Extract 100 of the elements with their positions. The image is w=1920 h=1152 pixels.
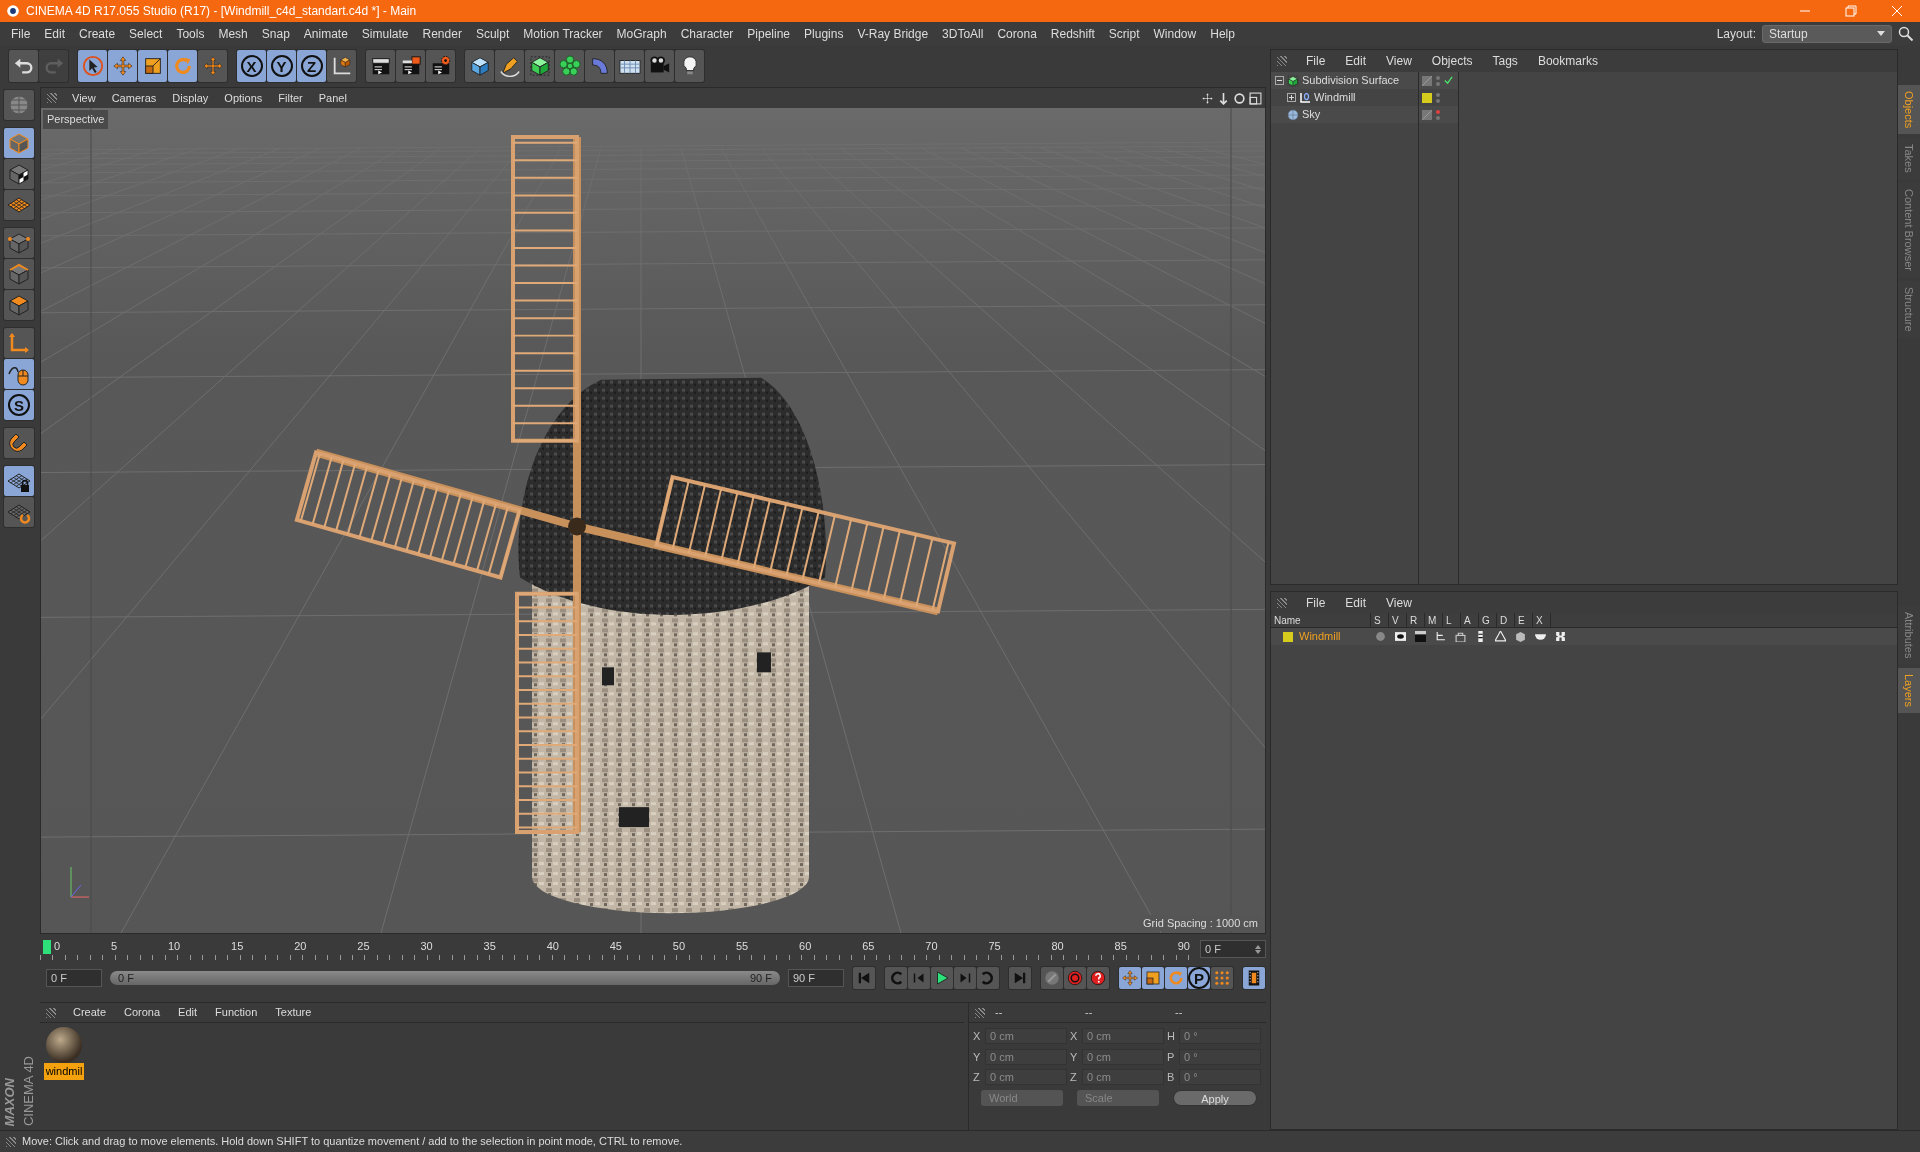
- menu-item[interactable]: Display: [165, 89, 216, 107]
- tool-button[interactable]: [4, 497, 34, 527]
- visibility-dots[interactable]: [1436, 75, 1440, 86]
- tool-button[interactable]: [645, 50, 674, 82]
- deformer-icon[interactable]: [1515, 631, 1526, 642]
- menu-item[interactable]: Script: [1101, 24, 1147, 43]
- menu-item[interactable]: Animate: [296, 24, 355, 43]
- menu-item[interactable]: Panel: [311, 89, 354, 107]
- panel-grip-icon[interactable]: [1277, 56, 1287, 66]
- tool-button[interactable]: [396, 50, 425, 82]
- tool-button[interactable]: [366, 50, 395, 82]
- panel-grip-icon[interactable]: [1277, 598, 1287, 608]
- expand-toggle[interactable]: [1275, 76, 1284, 85]
- menu-item[interactable]: Simulate: [354, 24, 416, 43]
- tool-button[interactable]: [4, 466, 34, 496]
- tool-button[interactable]: [4, 290, 34, 320]
- tool-button[interactable]: [426, 50, 455, 82]
- tool-button[interactable]: [495, 50, 524, 82]
- menu-item[interactable]: View: [1379, 594, 1419, 612]
- side-tab[interactable]: Layers: [1898, 668, 1920, 714]
- menu-item[interactable]: Edit: [171, 1004, 205, 1021]
- pyramid-icon[interactable]: [1495, 631, 1506, 642]
- menu-item[interactable]: Edit: [1338, 52, 1374, 70]
- tool-button[interactable]: [931, 967, 953, 989]
- hierarchy-icon[interactable]: [1435, 631, 1446, 642]
- tool-button[interactable]: Z: [297, 50, 326, 82]
- end-frame-field[interactable]: 90 F: [788, 969, 844, 987]
- menu-item[interactable]: Sculpt: [468, 24, 517, 43]
- search-icon[interactable]: [1898, 25, 1914, 42]
- apply-button[interactable]: Apply: [1173, 1089, 1257, 1106]
- tool-button[interactable]: [138, 50, 167, 82]
- object-name[interactable]: Windmill: [1314, 89, 1356, 106]
- tool-button[interactable]: [1243, 967, 1265, 989]
- expression-icon[interactable]: [1555, 631, 1566, 642]
- menu-item[interactable]: V-Ray Bridge: [850, 24, 936, 43]
- range-slider[interactable]: 0 F 90 F: [110, 971, 780, 985]
- menu-item[interactable]: Pipeline: [740, 24, 798, 43]
- menu-item[interactable]: File: [1299, 594, 1333, 612]
- bowl-icon[interactable]: [1535, 631, 1546, 642]
- tool-button[interactable]: [78, 50, 107, 82]
- menu-item[interactable]: Select: [122, 24, 170, 43]
- visibility-dots[interactable]: [1436, 109, 1440, 120]
- tool-button[interactable]: [1087, 967, 1109, 989]
- tool-button[interactable]: [525, 50, 554, 82]
- menu-item[interactable]: Edit: [37, 24, 73, 43]
- menu-item[interactable]: 3DToAll: [935, 24, 991, 43]
- menu-item[interactable]: Texture: [268, 1004, 319, 1021]
- menu-item[interactable]: Edit: [1338, 594, 1374, 612]
- lock-icon[interactable]: [1455, 631, 1466, 642]
- eye-icon[interactable]: [1395, 631, 1406, 642]
- tool-button[interactable]: [4, 428, 34, 458]
- layer-name[interactable]: Windmill: [1299, 628, 1369, 645]
- menu-item[interactable]: Cameras: [104, 89, 164, 107]
- tool-button[interactable]: S: [4, 390, 34, 420]
- expand-toggle[interactable]: [1287, 93, 1296, 102]
- menu-item[interactable]: Character: [673, 24, 741, 43]
- panel-grip-icon[interactable]: [975, 1007, 985, 1018]
- clapperboard-icon[interactable]: [1415, 631, 1426, 642]
- current-frame-field[interactable]: 0 F: [1200, 940, 1266, 958]
- menu-item[interactable]: Redshift: [1043, 24, 1102, 43]
- tool-button[interactable]: X: [237, 50, 266, 82]
- animation-icon[interactable]: [1475, 631, 1486, 642]
- menu-item[interactable]: Motion Tracker: [516, 24, 610, 43]
- menu-item[interactable]: View: [65, 89, 103, 107]
- start-frame-field[interactable]: 0 F: [46, 969, 102, 987]
- menu-item[interactable]: File: [1299, 52, 1333, 70]
- material-name[interactable]: windmil: [43, 1063, 85, 1080]
- menu-item[interactable]: Objects: [1424, 52, 1480, 70]
- menu-item[interactable]: MoGraph: [609, 24, 674, 43]
- checkmark-icon[interactable]: [1444, 76, 1453, 85]
- menu-item[interactable]: File: [4, 24, 38, 43]
- menu-item[interactable]: Create: [72, 24, 123, 43]
- menu-item[interactable]: View: [1379, 52, 1419, 70]
- menu-item[interactable]: Window: [1146, 24, 1204, 43]
- tool-button[interactable]: P: [1188, 967, 1210, 989]
- layout-dropdown[interactable]: Startup: [1762, 24, 1892, 43]
- visibility-dots[interactable]: [1436, 92, 1440, 103]
- menu-item[interactable]: Mesh: [211, 24, 255, 43]
- menu-item[interactable]: Filter: [271, 89, 310, 107]
- object-name[interactable]: Sky: [1302, 106, 1321, 123]
- layer-color-swatch[interactable]: [1283, 631, 1293, 642]
- tool-button[interactable]: [4, 159, 34, 189]
- panel-grip-icon[interactable]: [46, 1007, 56, 1018]
- maximize-view-icon[interactable]: [1249, 91, 1262, 105]
- menu-item[interactable]: Corona: [117, 1004, 168, 1021]
- tool-button[interactable]: [615, 50, 644, 82]
- tool-button[interactable]: Y: [267, 50, 296, 82]
- tool-button[interactable]: [675, 50, 704, 82]
- material-preview[interactable]: [46, 1027, 82, 1063]
- menu-item[interactable]: Bookmarks: [1530, 52, 1605, 70]
- rotate-view-icon[interactable]: [1233, 91, 1246, 105]
- menu-item[interactable]: Tools: [169, 24, 212, 43]
- menu-item[interactable]: Render: [415, 24, 469, 43]
- panel-grip-icon[interactable]: [6, 1136, 16, 1147]
- side-tab[interactable]: Objects: [1898, 85, 1920, 135]
- menu-item[interactable]: Options: [217, 89, 270, 107]
- menu-item[interactable]: Snap: [254, 24, 297, 43]
- menu-item[interactable]: Create: [66, 1004, 114, 1021]
- zoom-view-icon[interactable]: [1217, 91, 1230, 105]
- tool-button[interactable]: [465, 50, 494, 82]
